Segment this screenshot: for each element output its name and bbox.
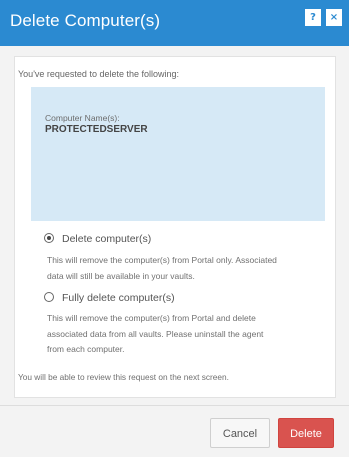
computer-name: PROTECTEDSERVER	[45, 124, 148, 135]
fully-delete-computers-label[interactable]: Fully delete computer(s)	[62, 292, 175, 304]
close-icon[interactable]: ×	[326, 9, 342, 26]
intro-text: You've requested to delete the following…	[18, 69, 180, 79]
dialog-title: Delete Computer(s)	[10, 11, 161, 30]
delete-computers-radio[interactable]	[44, 233, 54, 243]
delete-computers-dialog: Delete Computer(s) ? × You've requested …	[0, 0, 349, 457]
delete-computers-label[interactable]: Delete computer(s)	[62, 233, 151, 245]
description-line: data will still be available in your vau…	[47, 270, 195, 281]
footer-divider	[0, 405, 349, 406]
fully-delete-computers-description: This will remove the computer(s) from Po…	[47, 311, 337, 358]
computer-names-box	[31, 87, 325, 221]
description-line: This will remove the computer(s) from Po…	[47, 255, 277, 265]
dialog-titlebar: Delete Computer(s) ? ×	[0, 0, 349, 46]
description-line: associated data from all vaults. Please …	[47, 328, 264, 339]
delete-computers-description: This will remove the computer(s) from Po…	[47, 253, 337, 284]
delete-button[interactable]: Delete	[278, 418, 334, 448]
computer-names-label: Computer Name(s):	[45, 113, 120, 123]
help-icon[interactable]: ?	[305, 9, 321, 26]
review-note: You will be able to review this request …	[18, 372, 229, 382]
description-line: from each computer.	[47, 344, 125, 354]
cancel-button[interactable]: Cancel	[210, 418, 270, 448]
description-line: This will remove the computer(s) from Po…	[47, 313, 256, 323]
fully-delete-computers-radio[interactable]	[44, 292, 54, 302]
